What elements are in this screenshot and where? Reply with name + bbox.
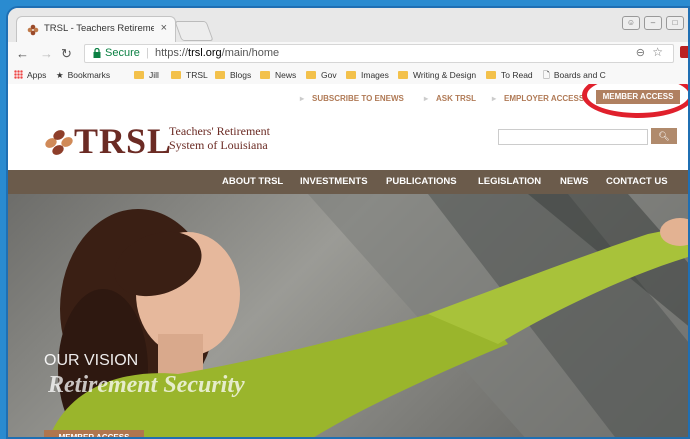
minimize-icon[interactable]: – <box>644 16 662 30</box>
ask-trsl-link[interactable]: ▸ ASK TRSL <box>424 94 476 103</box>
back-icon[interactable]: ← <box>16 46 29 61</box>
employer-access-link[interactable]: ▸ EMPLOYER ACCESS <box>492 94 584 103</box>
address-row: ← → ↻ Secure | https://trsl.org/main/hom… <box>8 42 688 66</box>
main-nav: ABOUT TRSL INVESTMENTS PUBLICATIONS LEGI… <box>8 170 688 194</box>
trsl-logo[interactable]: TRSL Teachers' Retirement System of Louis… <box>44 121 294 162</box>
folder-icon <box>486 71 496 79</box>
bookmark-star-icon[interactable]: ☆ <box>652 44 663 61</box>
lock-icon <box>93 48 101 58</box>
url-text: https://trsl.org/main/home <box>155 47 280 59</box>
folder-icon <box>398 71 408 79</box>
bookmark-gov[interactable]: Gov <box>306 70 337 80</box>
apps-icon <box>14 70 23 79</box>
folder-icon <box>134 71 144 79</box>
nav-about[interactable]: ABOUT TRSL <box>222 176 283 187</box>
web-page: ▸ SUBSCRIBE TO ENEWS ▸ ASK TRSL ▸ EMPLOYER … <box>8 84 688 437</box>
folder-icon <box>260 71 270 79</box>
new-tab-button[interactable] <box>174 21 214 41</box>
bookmark-boards[interactable]: 🗋 Boards and C <box>543 70 606 84</box>
highlight-circle <box>582 84 688 118</box>
folder-icon <box>306 71 316 79</box>
bookmark-apps[interactable]: Apps <box>14 70 46 80</box>
browser-tab[interactable]: TRSL - Teachers Retireme × <box>16 16 176 42</box>
search-icon: 🔍︎ <box>658 131 670 141</box>
nav-contact[interactable]: CONTACT US <box>606 176 668 187</box>
hero-vision-label: OUR VISION <box>44 352 139 369</box>
zoom-icon[interactable]: ⊖ <box>636 45 645 62</box>
star-icon: ★ <box>56 70 64 80</box>
trsl-logo-icon <box>45 130 73 155</box>
secure-label: Secure <box>105 47 140 59</box>
page-icon: 🗋 <box>543 70 550 80</box>
folder-icon <box>215 71 225 79</box>
bookmark-news[interactable]: News <box>260 70 296 80</box>
trsl-favicon-icon <box>27 24 39 36</box>
hero-banner: OUR VISION Retirement Security MEMBER AC… <box>8 194 688 437</box>
tab-close-icon[interactable]: × <box>161 22 167 34</box>
bookmarks-bar: Apps ★ Bookmarks Jill TRSL Blogs News Gov… <box>8 66 688 85</box>
bookmark-images[interactable]: Images <box>346 70 389 80</box>
user-icon[interactable]: ☺ <box>622 16 640 30</box>
address-bar[interactable]: Secure | https://trsl.org/main/home ⊖ ☆ <box>84 44 674 63</box>
reload-icon[interactable]: ↻ <box>61 46 72 62</box>
folder-icon <box>171 71 181 79</box>
hero-member-access-button[interactable]: MEMBER ACCESS <box>44 430 144 437</box>
extension-icon[interactable] <box>680 46 688 58</box>
browser-window: TRSL - Teachers Retireme × ☺ – □ ← → ↻ Sec… <box>6 6 690 439</box>
nav-legislation[interactable]: LEGISLATION <box>478 176 541 187</box>
hero-photo <box>49 194 688 437</box>
subscribe-link[interactable]: ▸ SUBSCRIBE TO ENEWS <box>300 94 404 103</box>
bookmark-bookmarks[interactable]: ★ Bookmarks <box>56 70 110 81</box>
search-button[interactable]: 🔍︎ <box>651 128 677 144</box>
logo-name: Teachers' Retirement System of Louisiana <box>169 124 270 152</box>
folder-icon <box>346 71 356 79</box>
hero-tagline: Retirement Security <box>48 372 245 398</box>
tab-strip: TRSL - Teachers Retireme × ☺ – □ <box>8 8 688 42</box>
bookmark-writing-design[interactable]: Writing & Design <box>398 70 476 80</box>
tab-title: TRSL - Teachers Retireme <box>44 23 154 34</box>
maximize-icon[interactable]: □ <box>666 16 684 30</box>
nav-investments[interactable]: INVESTMENTS <box>300 176 368 187</box>
forward-icon[interactable]: → <box>40 46 53 61</box>
site-search-input[interactable] <box>498 129 648 145</box>
logo-abbr: TRSL <box>74 121 173 161</box>
bookmark-to-read[interactable]: To Read <box>486 70 533 80</box>
bookmark-blogs[interactable]: Blogs <box>215 70 251 80</box>
nav-news[interactable]: NEWS <box>560 176 589 187</box>
bookmark-trsl[interactable]: TRSL <box>171 70 208 80</box>
bookmark-jill[interactable]: Jill <box>134 70 159 80</box>
nav-publications[interactable]: PUBLICATIONS <box>386 176 457 187</box>
